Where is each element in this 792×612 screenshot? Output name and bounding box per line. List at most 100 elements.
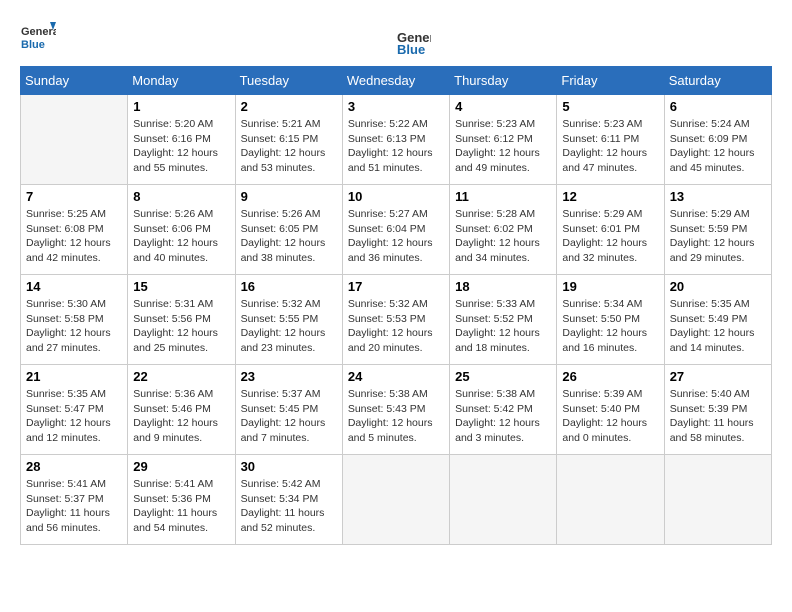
header-wednesday: Wednesday xyxy=(342,67,449,95)
calendar-cell: 4 Sunrise: 5:23 AMSunset: 6:12 PMDaylight… xyxy=(450,95,557,185)
day-number: 17 xyxy=(348,279,444,294)
svg-text:General: General xyxy=(21,26,56,38)
header-friday: Friday xyxy=(557,67,664,95)
day-number: 24 xyxy=(348,369,444,384)
calendar-cell: 7 Sunrise: 5:25 AMSunset: 6:08 PMDaylight… xyxy=(21,185,128,275)
day-info: Sunrise: 5:22 AMSunset: 6:13 PMDaylight:… xyxy=(348,117,444,176)
header-monday: Monday xyxy=(128,67,235,95)
day-number: 13 xyxy=(670,189,766,204)
day-info: Sunrise: 5:35 AMSunset: 5:47 PMDaylight:… xyxy=(26,387,122,446)
day-number: 14 xyxy=(26,279,122,294)
calendar-cell: 9 Sunrise: 5:26 AMSunset: 6:05 PMDaylight… xyxy=(235,185,342,275)
day-number: 2 xyxy=(241,99,337,114)
day-number: 15 xyxy=(133,279,229,294)
calendar-cell: 20 Sunrise: 5:35 AMSunset: 5:49 PMDayligh… xyxy=(664,275,771,365)
day-number: 28 xyxy=(26,459,122,474)
day-info: Sunrise: 5:24 AMSunset: 6:09 PMDaylight:… xyxy=(670,117,766,176)
calendar-cell: 11Sunrise: 5:28 AMSunset: 6:02 PMDayligh… xyxy=(450,185,557,275)
day-info: Sunrise: 5:38 AMSunset: 5:43 PMDaylight:… xyxy=(348,387,444,446)
day-info: Sunrise: 5:39 AMSunset: 5:40 PMDaylight:… xyxy=(562,387,658,446)
calendar-cell: 6 Sunrise: 5:24 AMSunset: 6:09 PMDaylight… xyxy=(664,95,771,185)
calendar-cell xyxy=(557,455,664,545)
calendar-cell: 18Sunrise: 5:33 AMSunset: 5:52 PMDayligh… xyxy=(450,275,557,365)
day-number: 9 xyxy=(241,189,337,204)
calendar-cell: 17Sunrise: 5:32 AMSunset: 5:53 PMDayligh… xyxy=(342,275,449,365)
day-number: 20 xyxy=(670,279,766,294)
calendar-cell: 22Sunrise: 5:36 AMSunset: 5:46 PMDayligh… xyxy=(128,365,235,455)
header-saturday: Saturday xyxy=(664,67,771,95)
day-info: Sunrise: 5:29 AMSunset: 6:01 PMDaylight:… xyxy=(562,207,658,266)
day-number: 27 xyxy=(670,369,766,384)
logo: General Blue xyxy=(20,20,56,56)
day-info: Sunrise: 5:23 AMSunset: 6:12 PMDaylight:… xyxy=(455,117,551,176)
calendar-cell: 8 Sunrise: 5:26 AMSunset: 6:06 PMDaylight… xyxy=(128,185,235,275)
calendar-cell: 13 Sunrise: 5:29 AMSunset: 5:59 PMDayligh… xyxy=(664,185,771,275)
week-row-2: 7 Sunrise: 5:25 AMSunset: 6:08 PMDaylight… xyxy=(21,185,772,275)
day-number: 21 xyxy=(26,369,122,384)
day-info: Sunrise: 5:41 AMSunset: 5:36 PMDaylight:… xyxy=(133,477,229,536)
day-number: 25 xyxy=(455,369,551,384)
day-number: 3 xyxy=(348,99,444,114)
calendar-cell xyxy=(21,95,128,185)
day-info: Sunrise: 5:23 AMSunset: 6:11 PMDaylight:… xyxy=(562,117,658,176)
svg-text:Blue: Blue xyxy=(397,42,425,54)
day-info: Sunrise: 5:35 AMSunset: 5:49 PMDaylight:… xyxy=(670,297,766,356)
calendar-cell: 10Sunrise: 5:27 AMSunset: 6:04 PMDayligh… xyxy=(342,185,449,275)
calendar-cell: 19 Sunrise: 5:34 AMSunset: 5:50 PMDayligh… xyxy=(557,275,664,365)
day-number: 16 xyxy=(241,279,337,294)
week-row-5: 28Sunrise: 5:41 AMSunset: 5:37 PMDayligh… xyxy=(21,455,772,545)
page-header: General Blue General Blue xyxy=(20,20,772,56)
calendar-cell: 27 Sunrise: 5:40 AMSunset: 5:39 PMDayligh… xyxy=(664,365,771,455)
logo-svg: General Blue xyxy=(20,20,56,56)
day-info: Sunrise: 5:26 AMSunset: 6:06 PMDaylight:… xyxy=(133,207,229,266)
day-number: 18 xyxy=(455,279,551,294)
day-info: Sunrise: 5:20 AMSunset: 6:16 PMDaylight:… xyxy=(133,117,229,176)
calendar-cell xyxy=(450,455,557,545)
week-row-4: 21 Sunrise: 5:35 AMSunset: 5:47 PMDayligh… xyxy=(21,365,772,455)
day-info: Sunrise: 5:26 AMSunset: 6:05 PMDaylight:… xyxy=(241,207,337,266)
calendar-cell: 29 Sunrise: 5:41 AMSunset: 5:36 PMDayligh… xyxy=(128,455,235,545)
day-info: Sunrise: 5:31 AMSunset: 5:56 PMDaylight:… xyxy=(133,297,229,356)
day-info: Sunrise: 5:25 AMSunset: 6:08 PMDaylight:… xyxy=(26,207,122,266)
header-tuesday: Tuesday xyxy=(235,67,342,95)
day-info: Sunrise: 5:36 AMSunset: 5:46 PMDaylight:… xyxy=(133,387,229,446)
week-row-1: 1 Sunrise: 5:20 AMSunset: 6:16 PMDaylight… xyxy=(21,95,772,185)
logo-bird-icon: General Blue xyxy=(397,20,431,54)
day-number: 8 xyxy=(133,189,229,204)
day-number: 6 xyxy=(670,99,766,114)
day-number: 30 xyxy=(241,459,337,474)
day-number: 11 xyxy=(455,189,551,204)
day-number: 7 xyxy=(26,189,122,204)
day-number: 29 xyxy=(133,459,229,474)
calendar-cell: 5 Sunrise: 5:23 AMSunset: 6:11 PMDaylight… xyxy=(557,95,664,185)
day-info: Sunrise: 5:29 AMSunset: 5:59 PMDaylight:… xyxy=(670,207,766,266)
svg-text:Blue: Blue xyxy=(21,39,45,51)
day-number: 19 xyxy=(562,279,658,294)
calendar-header-row: SundayMondayTuesdayWednesdayThursdayFrid… xyxy=(21,67,772,95)
day-number: 4 xyxy=(455,99,551,114)
day-number: 26 xyxy=(562,369,658,384)
calendar-cell: 14 Sunrise: 5:30 AMSunset: 5:58 PMDayligh… xyxy=(21,275,128,365)
day-number: 1 xyxy=(133,99,229,114)
calendar-cell: 2 Sunrise: 5:21 AMSunset: 6:15 PMDaylight… xyxy=(235,95,342,185)
calendar-cell: 30Sunrise: 5:42 AMSunset: 5:34 PMDayligh… xyxy=(235,455,342,545)
day-info: Sunrise: 5:30 AMSunset: 5:58 PMDaylight:… xyxy=(26,297,122,356)
day-info: Sunrise: 5:27 AMSunset: 6:04 PMDaylight:… xyxy=(348,207,444,266)
calendar-cell: 25 Sunrise: 5:38 AMSunset: 5:42 PMDayligh… xyxy=(450,365,557,455)
calendar-table: SundayMondayTuesdayWednesdayThursdayFrid… xyxy=(20,66,772,545)
calendar-cell: 23Sunrise: 5:37 AMSunset: 5:45 PMDayligh… xyxy=(235,365,342,455)
day-info: Sunrise: 5:21 AMSunset: 6:15 PMDaylight:… xyxy=(241,117,337,176)
day-number: 12 xyxy=(562,189,658,204)
day-info: Sunrise: 5:38 AMSunset: 5:42 PMDaylight:… xyxy=(455,387,551,446)
day-info: Sunrise: 5:40 AMSunset: 5:39 PMDaylight:… xyxy=(670,387,766,446)
calendar-cell: 3 Sunrise: 5:22 AMSunset: 6:13 PMDaylight… xyxy=(342,95,449,185)
calendar-cell: 21 Sunrise: 5:35 AMSunset: 5:47 PMDayligh… xyxy=(21,365,128,455)
header-thursday: Thursday xyxy=(450,67,557,95)
header-sunday: Sunday xyxy=(21,67,128,95)
day-number: 5 xyxy=(562,99,658,114)
day-info: Sunrise: 5:34 AMSunset: 5:50 PMDaylight:… xyxy=(562,297,658,356)
calendar-cell: 15 Sunrise: 5:31 AMSunset: 5:56 PMDayligh… xyxy=(128,275,235,365)
calendar-cell: 1 Sunrise: 5:20 AMSunset: 6:16 PMDaylight… xyxy=(128,95,235,185)
day-info: Sunrise: 5:37 AMSunset: 5:45 PMDaylight:… xyxy=(241,387,337,446)
calendar-cell: 28Sunrise: 5:41 AMSunset: 5:37 PMDayligh… xyxy=(21,455,128,545)
